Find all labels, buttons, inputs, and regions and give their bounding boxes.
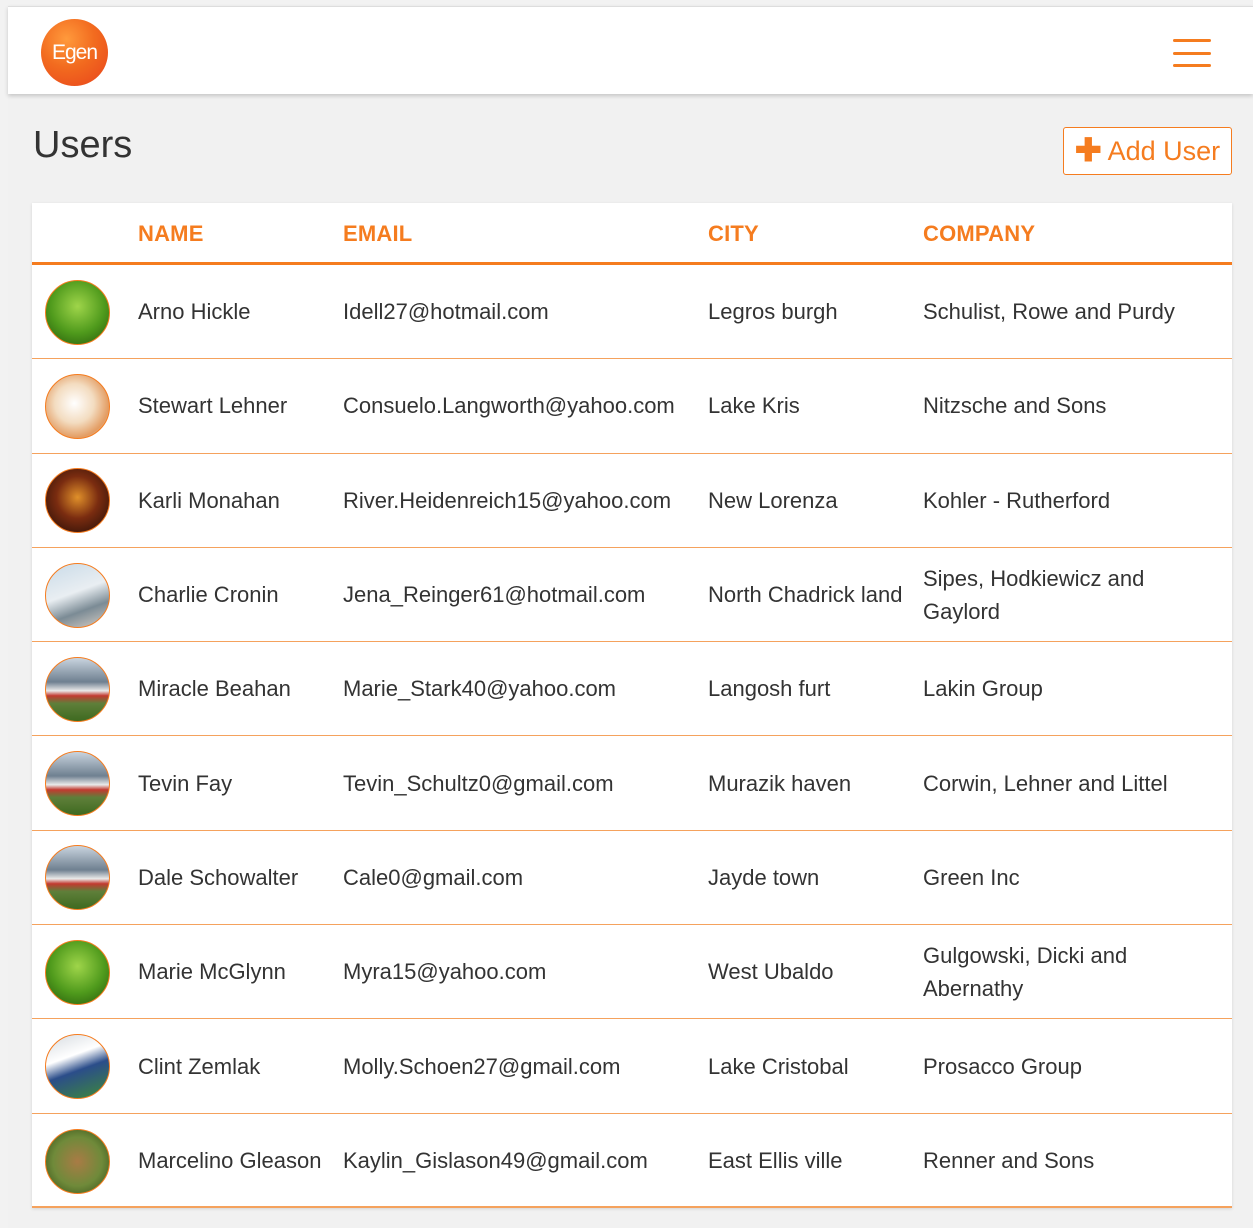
table-row[interactable]: Miracle Beahan Marie_Stark40@yahoo.com Lan… [32, 642, 1232, 737]
cell-email: River.Heidenreich15@yahoo.com [343, 487, 672, 513]
cell-email: Cale0@gmail.com [343, 864, 524, 890]
column-header-company[interactable]: COMPANY [923, 221, 1035, 247]
cell-company: Lakin Group [923, 676, 1043, 702]
users-table: NAME EMAIL CITY COMPANY Arno Hickle Idell… [32, 203, 1232, 1208]
hamburger-line [1173, 39, 1211, 42]
table-row[interactable]: Dale Schowalter Cale0@gmail.com Jayde town… [32, 831, 1232, 926]
avatar [45, 1128, 110, 1194]
cell-name: Miracle Beahan [138, 676, 291, 702]
cell-name: Marie McGlynn [138, 959, 286, 985]
table-header: NAME EMAIL CITY COMPANY [32, 203, 1232, 265]
cell-name: Stewart Lehner [138, 393, 288, 419]
cell-city: New Lorenza [708, 487, 838, 513]
cell-city: Lake Cristobal [708, 1053, 849, 1079]
table-row[interactable]: Karli Monahan River.Heidenreich15@yahoo.c… [32, 454, 1232, 548]
avatar [45, 468, 110, 534]
column-header-email[interactable]: EMAIL [343, 221, 412, 247]
table-row[interactable]: Charlie Cronin Jena_Reinger61@hotmail.com… [32, 548, 1232, 643]
column-header-name[interactable]: NAME [138, 221, 204, 247]
cell-email: Idell27@hotmail.com [343, 299, 549, 325]
cell-city: North Chadrick land [708, 582, 903, 608]
table-body: Arno Hickle Idell27@hotmail.com Legros bur… [32, 265, 1232, 1208]
cell-company: Sipes, Hodkiewicz and Gaylord [923, 565, 1145, 624]
cell-city: Lake Kris [708, 393, 800, 419]
cell-name: Karli Monahan [138, 487, 280, 513]
page-title: Users [33, 124, 133, 166]
cell-email: Jena_Reinger61@hotmail.com [343, 582, 646, 608]
add-user-label: Add User [1107, 135, 1221, 166]
table-row[interactable]: Marcelino Gleason Kaylin_Gislason49@gmail… [32, 1114, 1232, 1208]
avatar [45, 373, 110, 439]
top-navbar: Egen [8, 6, 1253, 94]
avatar [45, 562, 110, 628]
cell-company: Green Inc [923, 864, 1020, 890]
cell-city: East Ellis ville [708, 1148, 843, 1174]
cell-name: Clint Zemlak [138, 1053, 261, 1079]
cell-name: Tevin Fay [138, 770, 233, 796]
cell-name: Arno Hickle [138, 299, 251, 325]
table-row[interactable]: Clint Zemlak Molly.Schoen27@gmail.com Lake… [32, 1019, 1232, 1114]
cell-name: Marcelino Gleason [138, 1148, 322, 1174]
column-header-city[interactable]: CITY [708, 221, 759, 247]
cell-city: Legros burgh [708, 299, 838, 325]
cell-company: Nitzsche and Sons [923, 393, 1107, 419]
cell-email: Kaylin_Gislason49@gmail.com [343, 1148, 648, 1174]
hamburger-line [1173, 51, 1211, 55]
cell-city: Langosh furt [708, 676, 831, 702]
table-row[interactable]: Stewart Lehner Consuelo.Langworth@yahoo.c… [32, 359, 1232, 454]
egen-logo[interactable]: Egen [41, 19, 108, 86]
cell-company: Corwin, Lehner and Littel [923, 770, 1168, 796]
cell-company: Prosacco Group [923, 1053, 1082, 1079]
cell-city: Jayde town [708, 864, 820, 890]
avatar [45, 279, 110, 345]
cell-email: Molly.Schoen27@gmail.com [343, 1053, 621, 1079]
cell-email: Consuelo.Langworth@yahoo.com [343, 393, 675, 419]
cell-company: Kohler - Rutherford [923, 487, 1111, 513]
cell-email: Myra15@yahoo.com [343, 959, 547, 985]
cell-name: Dale Schowalter [138, 864, 299, 890]
avatar [45, 656, 110, 722]
avatar [45, 751, 110, 817]
avatar [45, 845, 110, 911]
cell-name: Charlie Cronin [138, 582, 279, 608]
cell-email: Marie_Stark40@yahoo.com [343, 676, 617, 702]
table-row[interactable]: Marie McGlynn Myra15@yahoo.com West Ubaldo… [32, 925, 1232, 1020]
cell-city: West Ubaldo [708, 959, 834, 985]
avatar [45, 1034, 110, 1100]
cell-company: Gulgowski, Dicki and Abernathy [923, 942, 1128, 1001]
cell-email: Tevin_Schultz0@gmail.com [343, 770, 614, 796]
add-user-button[interactable]: ✚ Add User [1063, 127, 1232, 175]
hamburger-menu-icon[interactable] [1173, 39, 1211, 67]
cell-company: Renner and Sons [923, 1148, 1095, 1174]
table-row[interactable]: Tevin Fay Tevin_Schultz0@gmail.com Murazik… [32, 736, 1232, 831]
hamburger-line [1173, 64, 1211, 67]
cell-company: Schulist, Rowe and Purdy [923, 299, 1175, 325]
plus-icon: ✚ [1074, 131, 1102, 168]
table-row[interactable]: Arno Hickle Idell27@hotmail.com Legros bur… [32, 265, 1232, 360]
avatar [45, 939, 110, 1005]
cell-city: Murazik haven [708, 770, 852, 796]
